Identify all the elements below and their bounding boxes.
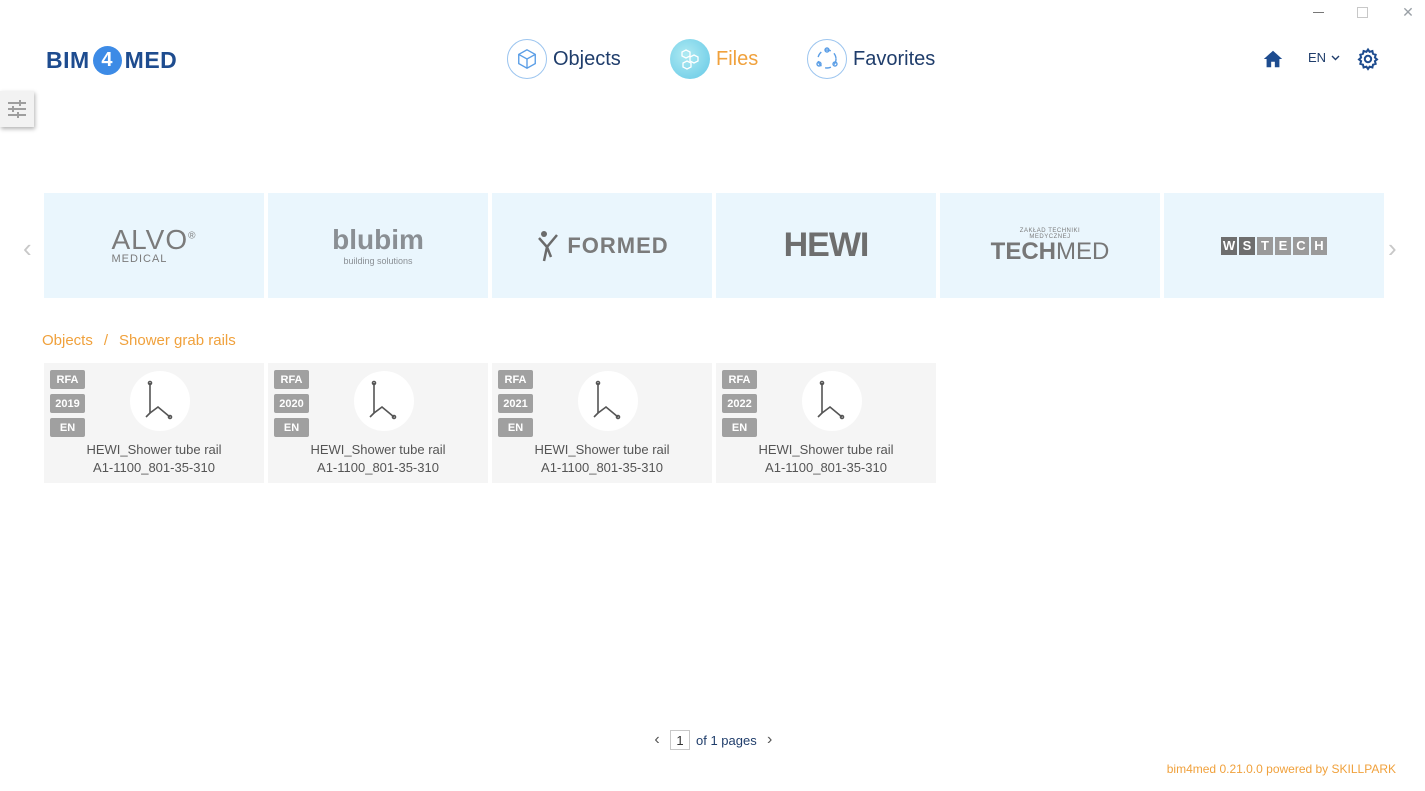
brand-letter: W bbox=[1221, 236, 1237, 255]
format-badge: RFA bbox=[50, 370, 85, 389]
breadcrumb-current: Shower grab rails bbox=[119, 332, 236, 349]
brand-name-b: MED bbox=[1056, 237, 1110, 265]
tab-objects[interactable]: Objects bbox=[507, 38, 621, 80]
card-title-line-1: HEWI_Shower tube rail bbox=[758, 442, 894, 457]
card-title-line-1: HEWI_Shower tube rail bbox=[534, 442, 670, 457]
brand-name: FORMED bbox=[567, 232, 669, 258]
page-number-input[interactable] bbox=[670, 730, 690, 750]
brand-name: HEWI bbox=[783, 226, 870, 264]
brand-letter: C bbox=[1293, 236, 1309, 255]
card-title-line-1: HEWI_Shower tube rail bbox=[86, 442, 222, 457]
brand-letter: H bbox=[1311, 236, 1327, 255]
year-badge: 2019 bbox=[50, 394, 85, 413]
maximize-icon[interactable] bbox=[1350, 2, 1374, 22]
language-selector[interactable]: EN bbox=[1308, 50, 1340, 65]
brand-name: ALVO bbox=[111, 224, 189, 255]
logo-four-badge: 4 bbox=[92, 45, 122, 75]
year-badge: 2020 bbox=[274, 394, 309, 413]
filter-panel-toggle[interactable] bbox=[0, 91, 34, 127]
next-page-button[interactable]: › bbox=[763, 730, 777, 750]
format-badge: RFA bbox=[274, 370, 309, 389]
logo-text-right: MED bbox=[124, 46, 178, 73]
language-badge: EN bbox=[274, 418, 309, 437]
tab-files-label: Files bbox=[716, 47, 759, 70]
brand-hewi[interactable]: HEWI bbox=[716, 193, 936, 298]
logo-text-left: BIM bbox=[46, 46, 90, 73]
brand-letter: E bbox=[1275, 236, 1291, 255]
year-badge: 2022 bbox=[722, 394, 757, 413]
file-card[interactable]: RFA 2019 EN HEWI_Shower tube rail A1-110… bbox=[44, 363, 264, 483]
page-count-label: of 1 pages bbox=[696, 732, 757, 748]
gear-icon[interactable] bbox=[1356, 47, 1380, 71]
language-badge: EN bbox=[50, 418, 85, 437]
app-logo[interactable]: BIM 4 MED bbox=[46, 44, 177, 76]
card-title-line-2: A1-1100_801-35-310 bbox=[541, 460, 663, 475]
language-label: EN bbox=[1308, 50, 1327, 65]
file-card[interactable]: RFA 2021 EN HEWI_Shower tube rail A1-110… bbox=[492, 363, 712, 483]
brand-blubim[interactable]: blubim building solutions bbox=[268, 193, 488, 298]
breadcrumb-root[interactable]: Objects bbox=[42, 332, 93, 349]
tab-objects-label: Objects bbox=[553, 47, 621, 70]
brand-subtitle: MEDICAL bbox=[111, 253, 168, 265]
card-title-line-2: A1-1100_801-35-310 bbox=[93, 460, 215, 475]
network-icon bbox=[807, 39, 847, 79]
prev-page-button[interactable]: ‹ bbox=[650, 730, 664, 750]
brand-formed[interactable]: FORMED bbox=[492, 193, 712, 298]
carousel-next-button[interactable]: › bbox=[1388, 233, 1408, 263]
brand-name: blubim bbox=[332, 223, 424, 255]
hexagons-icon bbox=[670, 39, 710, 79]
home-icon[interactable] bbox=[1262, 48, 1284, 70]
brand-alvo[interactable]: ALVO® MEDICAL bbox=[44, 193, 264, 298]
breadcrumb: Objects / Shower grab rails bbox=[42, 332, 236, 349]
brand-letter: S bbox=[1239, 236, 1255, 255]
language-badge: EN bbox=[498, 418, 533, 437]
brand-carousel: ALVO® MEDICAL blubim building solutions FO… bbox=[44, 193, 1384, 298]
grab-rail-thumbnail bbox=[578, 371, 638, 431]
format-badge: RFA bbox=[498, 370, 533, 389]
file-card[interactable]: RFA 2022 EN HEWI_Shower tube rail A1-110… bbox=[716, 363, 936, 483]
chevron-down-icon bbox=[1331, 55, 1340, 60]
cube-icon bbox=[507, 39, 547, 79]
card-title-line-1: HEWI_Shower tube rail bbox=[310, 442, 446, 457]
carousel-prev-button[interactable]: ‹ bbox=[23, 233, 43, 263]
tab-favorites[interactable]: Favorites bbox=[807, 38, 935, 80]
tab-files[interactable]: Files bbox=[670, 38, 758, 80]
card-title-line-2: A1-1100_801-35-310 bbox=[317, 460, 439, 475]
language-badge: EN bbox=[722, 418, 757, 437]
brand-techmed[interactable]: ZAKŁAD TECHNIKI MEDYCZNEJ TECHMED bbox=[940, 193, 1160, 298]
brand-letter: T bbox=[1257, 236, 1273, 255]
tab-favorites-label: Favorites bbox=[853, 47, 936, 70]
breadcrumb-separator: / bbox=[103, 332, 109, 349]
grab-rail-thumbnail bbox=[354, 371, 414, 431]
card-title-line-2: A1-1100_801-35-310 bbox=[765, 460, 887, 475]
year-badge: 2021 bbox=[498, 394, 533, 413]
file-card-list: RFA 2019 EN HEWI_Shower tube rail A1-110… bbox=[44, 363, 936, 483]
version-footer: bim4med 0.21.0.0 powered by SKILLPARK bbox=[1166, 762, 1396, 776]
close-icon[interactable]: ✕ bbox=[1396, 2, 1420, 22]
file-card[interactable]: RFA 2020 EN HEWI_Shower tube rail A1-110… bbox=[268, 363, 488, 483]
brand-name-a: TECH bbox=[990, 237, 1056, 265]
brand-wstech[interactable]: W S T E C H bbox=[1164, 193, 1384, 298]
grab-rail-thumbnail bbox=[130, 371, 190, 431]
grab-rail-thumbnail bbox=[802, 371, 862, 431]
formed-figure-icon bbox=[538, 230, 559, 261]
pagination: ‹ of 1 pages › bbox=[650, 730, 777, 750]
format-badge: RFA bbox=[722, 370, 757, 389]
brand-subtitle: building solutions bbox=[343, 255, 413, 266]
sliders-icon bbox=[8, 100, 26, 118]
minimize-icon[interactable] bbox=[1306, 2, 1330, 22]
